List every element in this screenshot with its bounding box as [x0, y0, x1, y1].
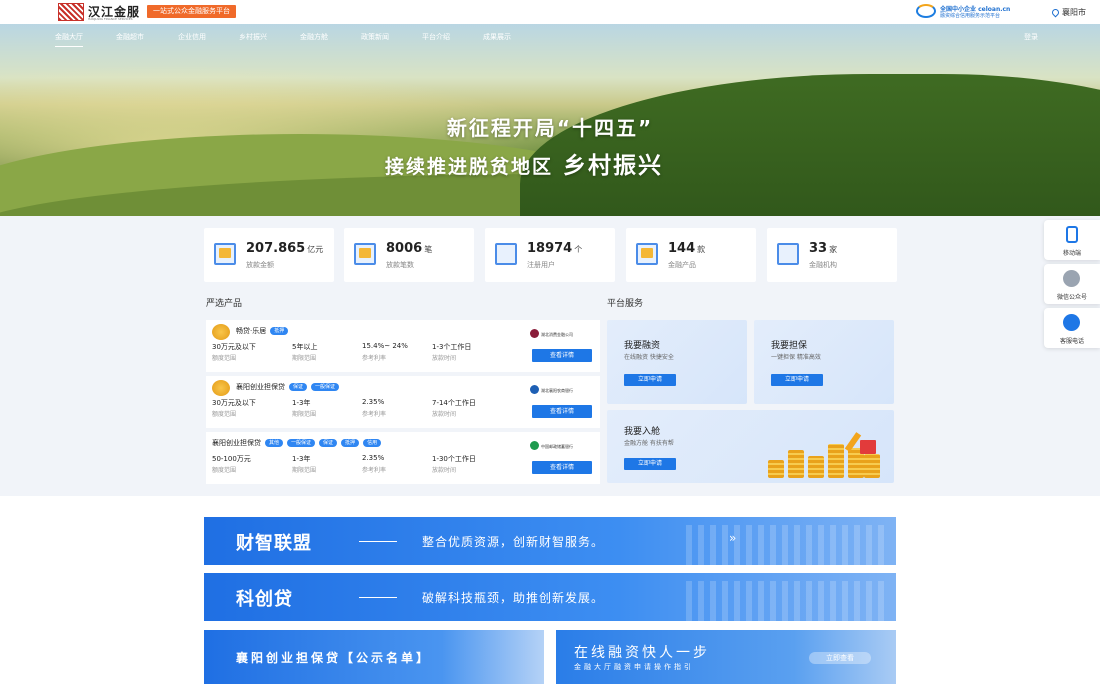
apply-button[interactable]: 立即申请: [771, 374, 823, 386]
nav-item-credit[interactable]: 企业信用: [178, 32, 206, 42]
hero-banner[interactable]: 新征程开局“十四五” 接续推进脱贫地区 乡村振兴: [0, 24, 1100, 216]
wechat-icon: [1063, 270, 1080, 287]
apply-button[interactable]: 立即申请: [624, 458, 676, 470]
view-detail-button[interactable]: 查看详情: [532, 349, 592, 362]
hero-subheadline: 接续推进脱贫地区 乡村振兴: [385, 153, 664, 179]
logo-subtext: HANJIANG FINANCE SERVICES: [88, 17, 133, 21]
side-tool-wechat[interactable]: 微信公众号: [1044, 264, 1100, 304]
stat-card-products: 144 款 金融产品: [626, 228, 756, 282]
wallet-icon: [636, 243, 658, 265]
nav-item-results[interactable]: 成果展示: [483, 32, 511, 42]
nav-item-about[interactable]: 平台介绍: [422, 32, 450, 42]
stat-card-amount: 207.865 亿元 放款金额: [204, 228, 334, 282]
apply-button[interactable]: 立即申请: [624, 374, 676, 386]
service-guarantee[interactable]: 我要担保 一键担保 精准高效 立即申请: [754, 320, 894, 404]
hero-emphasis: 乡村振兴: [563, 153, 664, 179]
bank-logo: 湖北襄阳农商银行: [530, 385, 592, 395]
nav-item-rural[interactable]: 乡村振兴: [239, 32, 267, 42]
side-tool-service[interactable]: 客服电话: [1044, 308, 1100, 348]
nav-item-news[interactable]: 政策新闻: [361, 32, 389, 42]
forest-hill: [520, 74, 1100, 216]
bank-logo: 中国邮政储蓄银行: [530, 441, 592, 451]
city-selector[interactable]: 襄阳市: [1050, 7, 1086, 18]
gift-icon: [860, 440, 876, 454]
stat-card-institutions: 33 家 金融机构: [767, 228, 897, 282]
products-section-title: 严选产品: [206, 299, 243, 309]
stat-card-count: 8006 笔 放款笔数: [344, 228, 474, 282]
gold-coins-icon: [760, 430, 880, 478]
view-detail-button[interactable]: 查看详情: [532, 461, 592, 474]
service-financing[interactable]: 我要融资 在线融资 快捷安全 立即申请: [607, 320, 747, 404]
double-chevron-icon[interactable]: »: [729, 531, 736, 545]
headset-icon: [1063, 314, 1080, 331]
location-pin-icon: [1050, 7, 1061, 18]
side-tool-mobile[interactable]: 移动端: [1044, 220, 1100, 260]
product-card[interactable]: 襄阳创业担保贷 保证 一般保证 30万元及以下 1-3年 2.35% 7-14个工作…: [206, 376, 600, 428]
product-name: 襄阳创业担保贷: [212, 439, 261, 447]
building-icon: [777, 243, 799, 265]
product-name: 畅贷·乐居: [236, 327, 267, 335]
ledger-icon: [354, 243, 376, 265]
view-detail-button[interactable]: 查看详情: [532, 405, 592, 418]
product-card[interactable]: 畅贷·乐居 抵押 30万元及以下 5年以上 15.4%~ 24% 1-3个工作日 …: [206, 320, 600, 372]
nav-item-cabin[interactable]: 金融方舱: [300, 32, 328, 42]
phone-icon: [1066, 226, 1078, 243]
stat-card-users: 18974 个 注册用户: [485, 228, 615, 282]
bank-logo: 湖北消费金融公司: [530, 329, 592, 339]
partner-line2: 融资综合信用服务示范平台: [940, 13, 1001, 19]
medal-icon: [212, 380, 230, 396]
product-card[interactable]: 襄阳创业担保贷 其他 一般保证 保证 抵押 信用 50-100万元 1-3年 2.35% …: [206, 432, 600, 484]
banner-alliance[interactable]: 财智联盟 整合优质资源，创新财智服务。 »: [204, 517, 896, 565]
view-now-button[interactable]: 立即查看: [809, 652, 871, 664]
login-link[interactable]: 登录: [1024, 32, 1038, 42]
product-tag: 抵押: [270, 327, 289, 335]
nav-item-market[interactable]: 金融超市: [116, 32, 144, 42]
hero-headline: 新征程开局“十四五”: [446, 116, 654, 140]
logo-icon[interactable]: [58, 3, 84, 21]
banner-tech-loan[interactable]: 科创贷 破解科技瓶颈，助推创新发展。: [204, 573, 896, 621]
partner-logo[interactable]: 全国中小企业 celoan.cn 融资综合信用服务示范平台: [916, 4, 1038, 21]
slogan-badge: 一站式公众金融服务平台: [147, 5, 236, 18]
partner-logo-icon: [916, 4, 936, 18]
guarantee-list-card[interactable]: 襄阳创业担保贷【公示名单】: [204, 630, 544, 684]
user-card-icon: [495, 243, 517, 265]
money-icon: [214, 243, 236, 265]
city-label: 襄阳市: [1062, 8, 1086, 17]
main-nav: 金融大厅 金融超市 企业信用 乡村振兴 金融方舱 政策新闻 平台介绍 成果展示 …: [0, 28, 1100, 48]
top-header: 汉江金服 HANJIANG FINANCE SERVICES 一站式公众金融服务…: [0, 0, 1100, 24]
medal-icon: [212, 324, 230, 340]
services-section-title: 平台服务: [607, 299, 644, 309]
nav-item-hall[interactable]: 金融大厅: [55, 32, 83, 47]
online-guide-card[interactable]: 在线融资快人一步 金融大厅融资申请操作指引 立即查看: [556, 630, 896, 684]
product-name: 襄阳创业担保贷: [236, 383, 285, 391]
